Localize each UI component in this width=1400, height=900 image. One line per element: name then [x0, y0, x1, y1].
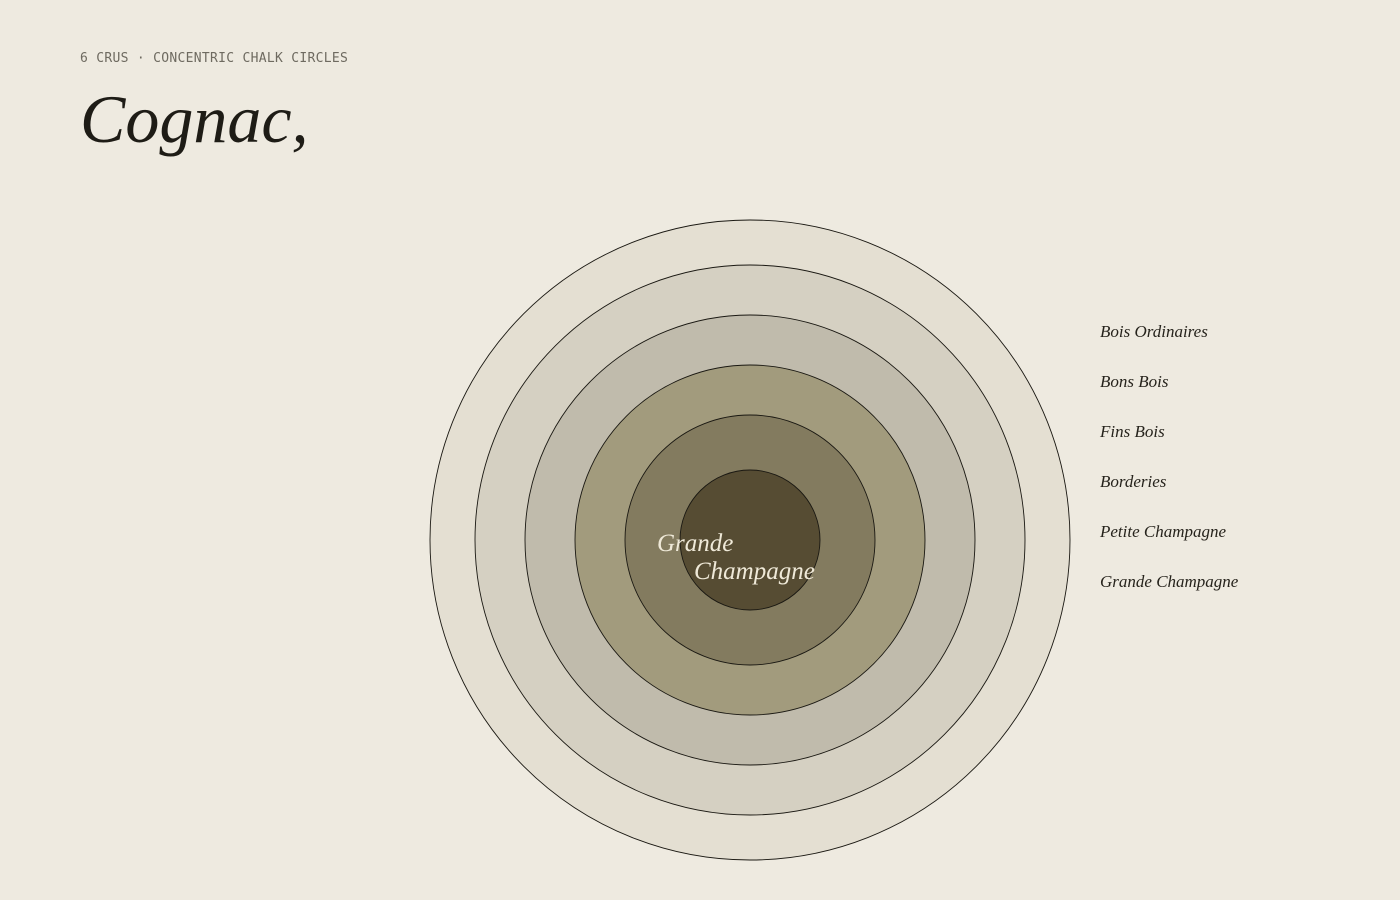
- center-label-line-2: Champagne: [694, 558, 815, 585]
- page: 6 CRUS · CONCENTRIC CHALK CIRCLES Cognac…: [0, 0, 1400, 900]
- crus-legend: Bois Ordinaires Bons Bois Fins Bois Borderi…: [1100, 320, 1238, 620]
- ring-group: [429, 219, 1071, 861]
- legend-item: Borderies: [1100, 472, 1167, 491]
- legend-item: Petite Champagne: [1100, 522, 1227, 541]
- legend-item: Fins Bois: [1100, 422, 1165, 441]
- center-label-line-1: Grande: [657, 530, 733, 557]
- legend-item: Bons Bois: [1100, 372, 1169, 391]
- legend-item: Bois Ordinaires: [1100, 322, 1208, 341]
- legend-item: Grande Champagne: [1100, 572, 1239, 591]
